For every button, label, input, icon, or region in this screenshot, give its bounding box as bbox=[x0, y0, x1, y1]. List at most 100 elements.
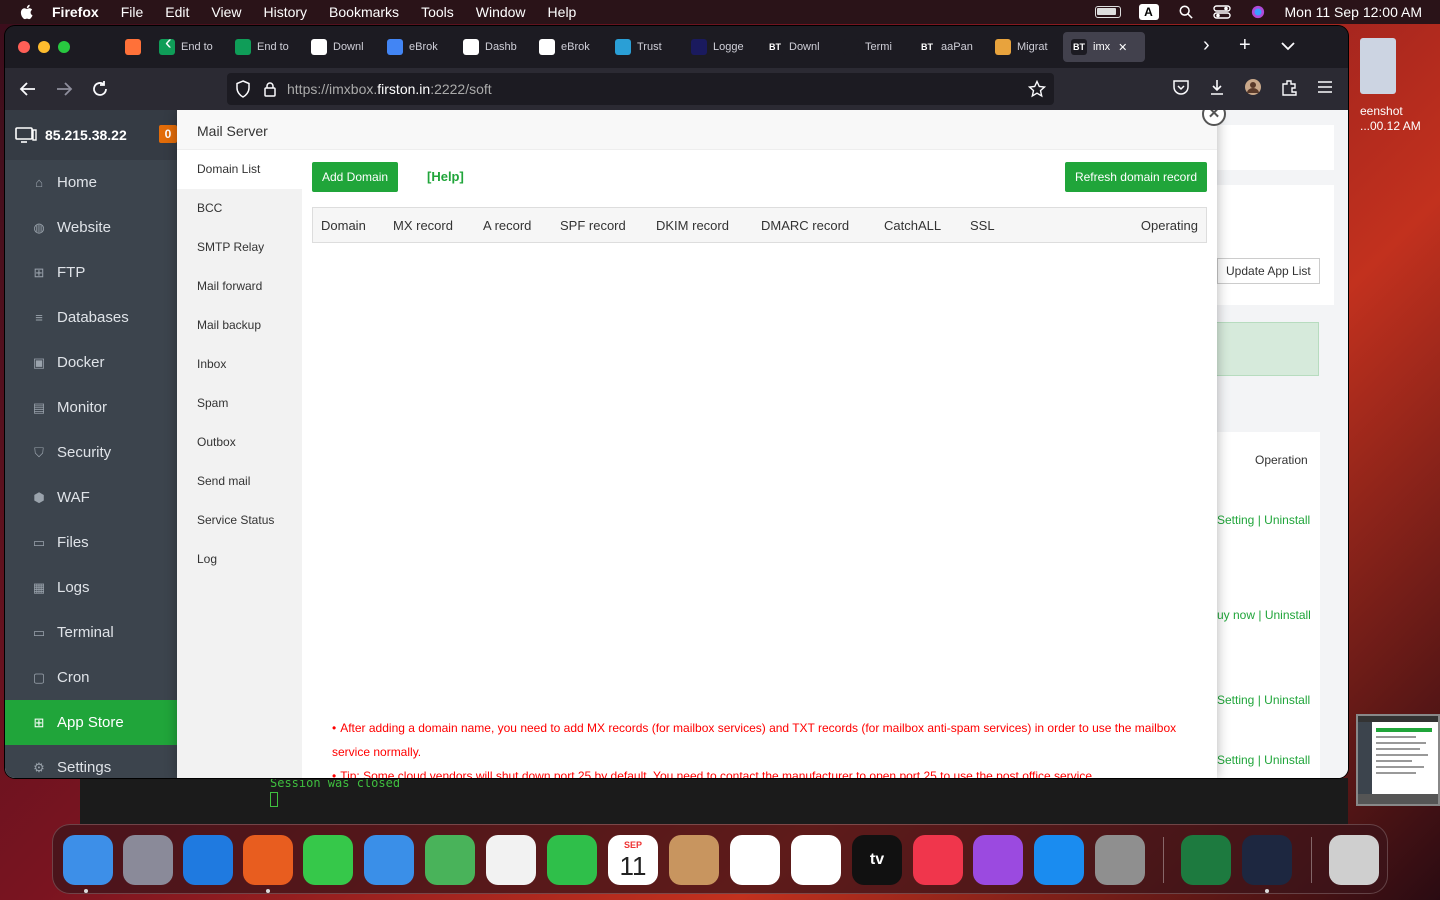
menu-tools[interactable]: Tools bbox=[421, 4, 454, 20]
uninstall-link[interactable]: Uninstall bbox=[1265, 608, 1311, 622]
tracking-protection-shield-icon[interactable] bbox=[235, 80, 251, 98]
sidebar-item-logs[interactable]: ▦ Logs bbox=[5, 565, 177, 610]
downloads-icon[interactable] bbox=[1208, 78, 1226, 96]
menu-help[interactable]: Help bbox=[548, 4, 577, 20]
notification-badge[interactable]: 0 bbox=[159, 125, 177, 143]
browser-tab[interactable]: Dashb bbox=[455, 32, 531, 62]
dock-calendar-icon[interactable]: SEP 11 bbox=[608, 835, 658, 885]
dock-excel-icon[interactable] bbox=[1181, 835, 1231, 885]
sidebar-item-docker[interactable]: ▣ Docker bbox=[5, 340, 177, 385]
uninstall-link[interactable]: Uninstall bbox=[1264, 693, 1310, 707]
dock-facetime-icon[interactable] bbox=[547, 835, 597, 885]
apple-menu-icon[interactable] bbox=[18, 3, 36, 21]
menu-view[interactable]: View bbox=[211, 4, 241, 20]
sidebar-item-app-store[interactable]: ⊞ App Store bbox=[5, 700, 177, 745]
dock-system-settings-icon[interactable] bbox=[1095, 835, 1145, 885]
menubar-clock[interactable]: Mon 11 Sep 12:00 AM bbox=[1285, 4, 1423, 20]
browser-tab[interactable]: BT aaPan bbox=[911, 32, 987, 62]
browser-tab[interactable]: End to bbox=[227, 32, 303, 62]
menu-edit[interactable]: Edit bbox=[165, 4, 189, 20]
sidebar-item-databases[interactable]: ≡ Databases bbox=[5, 295, 177, 340]
help-link[interactable]: [Help] bbox=[427, 169, 464, 184]
list-all-tabs-icon[interactable] bbox=[1281, 41, 1295, 51]
sidebar-item-settings[interactable]: ⚙ Settings bbox=[5, 745, 177, 778]
setting-link[interactable]: Setting bbox=[1217, 693, 1254, 707]
mail-nav-smtp-relay[interactable]: SMTP Relay bbox=[177, 228, 302, 267]
mail-nav-mail-backup[interactable]: Mail backup bbox=[177, 306, 302, 345]
reload-icon[interactable] bbox=[91, 80, 109, 98]
mail-nav-log[interactable]: Log bbox=[177, 540, 302, 579]
browser-tab[interactable]: Downl bbox=[303, 32, 379, 62]
spotlight-search-icon[interactable] bbox=[1177, 5, 1195, 19]
sidebar-item-waf[interactable]: ⬢ WAF bbox=[5, 475, 177, 520]
mail-nav-bcc[interactable]: BCC bbox=[177, 189, 302, 228]
input-source-icon[interactable]: A bbox=[1138, 4, 1159, 20]
close-tab-icon[interactable]: ✕ bbox=[1118, 41, 1127, 54]
sidebar-item-terminal[interactable]: ▭ Terminal bbox=[5, 610, 177, 655]
mail-nav-send-mail[interactable]: Send mail bbox=[177, 462, 302, 501]
back-icon[interactable] bbox=[19, 81, 37, 97]
sidebar-item-ftp[interactable]: ⊞ FTP bbox=[5, 250, 177, 295]
browser-tab[interactable]: Termi bbox=[835, 32, 911, 62]
screenshot-thumbnail[interactable] bbox=[1356, 714, 1440, 806]
sidebar-item-home[interactable]: ⌂ Home bbox=[5, 160, 177, 205]
new-tab-icon[interactable]: + bbox=[1239, 34, 1251, 57]
mail-nav-service-status[interactable]: Service Status bbox=[177, 501, 302, 540]
browser-tab[interactable]: eBrok bbox=[531, 32, 607, 62]
dock-tv-icon[interactable]: tv bbox=[852, 835, 902, 885]
dock-mail-icon[interactable] bbox=[364, 835, 414, 885]
screenshot-file-label[interactable]: eenshot ...00.12 AM bbox=[1360, 104, 1421, 134]
browser-tab[interactable]: Trust bbox=[607, 32, 683, 62]
sidebar-item-website[interactable]: ◍ Website bbox=[5, 205, 177, 250]
uninstall-link[interactable]: Uninstall bbox=[1264, 753, 1310, 767]
control-center-icon[interactable] bbox=[1212, 5, 1231, 19]
dock-launchpad-icon[interactable] bbox=[123, 835, 173, 885]
dock-photos-icon[interactable] bbox=[486, 835, 536, 885]
lock-icon[interactable] bbox=[263, 81, 277, 97]
dock-music-icon[interactable] bbox=[913, 835, 963, 885]
menu-window[interactable]: Window bbox=[476, 4, 526, 20]
browser-tab[interactable]: Logge bbox=[683, 32, 759, 62]
tab-scroll-left-icon[interactable]: ‹ bbox=[165, 32, 172, 55]
forward-icon[interactable] bbox=[55, 81, 73, 97]
setting-link[interactable]: Setting bbox=[1217, 513, 1254, 527]
mail-nav-outbox[interactable]: Outbox bbox=[177, 423, 302, 462]
browser-tab[interactable] bbox=[117, 32, 151, 62]
dock-podcasts-icon[interactable] bbox=[973, 835, 1023, 885]
sidebar-item-security[interactable]: ⛉ Security bbox=[5, 430, 177, 475]
browser-tab[interactable]: eBrok bbox=[379, 32, 455, 62]
dock-trash-icon[interactable] bbox=[1329, 835, 1379, 885]
url-text[interactable]: https://imxbox.firston.in:2222/soft bbox=[287, 81, 492, 97]
mail-nav-spam[interactable]: Spam bbox=[177, 384, 302, 423]
refresh-domain-record-button[interactable]: Refresh domain record bbox=[1064, 162, 1207, 192]
dock-safari-icon[interactable] bbox=[183, 835, 233, 885]
zoom-window-button[interactable] bbox=[58, 41, 70, 53]
mail-nav-inbox[interactable]: Inbox bbox=[177, 345, 302, 384]
tab-scroll-right-icon[interactable]: › bbox=[1203, 34, 1210, 57]
uninstall-link[interactable]: Uninstall bbox=[1264, 513, 1310, 527]
buy-now-link[interactable]: uy now bbox=[1217, 608, 1255, 622]
hamburger-menu-icon[interactable] bbox=[1316, 78, 1334, 96]
extensions-icon[interactable] bbox=[1280, 78, 1298, 96]
dock-reminders-icon[interactable] bbox=[730, 835, 780, 885]
setting-link[interactable]: Setting bbox=[1217, 753, 1254, 767]
battery-icon[interactable] bbox=[1094, 6, 1121, 18]
menu-file[interactable]: File bbox=[121, 4, 144, 20]
add-domain-button[interactable]: Add Domain bbox=[312, 162, 399, 192]
mail-nav-domain-list[interactable]: Domain List bbox=[177, 150, 302, 189]
dock-termius-icon[interactable] bbox=[1242, 835, 1292, 885]
bookmark-star-icon[interactable] bbox=[1028, 80, 1046, 98]
browser-tab[interactable]: BT imx ✕ bbox=[1063, 32, 1145, 62]
menu-app-name[interactable]: Firefox bbox=[52, 4, 99, 20]
dock-finder-icon[interactable] bbox=[63, 835, 113, 885]
browser-tab[interactable]: Migrat bbox=[987, 32, 1063, 62]
siri-icon[interactable] bbox=[1249, 5, 1267, 19]
sidebar-item-cron[interactable]: ▢ Cron bbox=[5, 655, 177, 700]
mail-nav-mail-forward[interactable]: Mail forward bbox=[177, 267, 302, 306]
dock-freeform-icon[interactable] bbox=[791, 835, 841, 885]
dock-contacts-icon[interactable] bbox=[669, 835, 719, 885]
minimize-window-button[interactable] bbox=[38, 41, 50, 53]
menu-bookmarks[interactable]: Bookmarks bbox=[329, 4, 399, 20]
url-bar[interactable]: https://imxbox.firston.in:2222/soft bbox=[227, 73, 1054, 105]
browser-tab[interactable]: End to bbox=[151, 32, 227, 62]
